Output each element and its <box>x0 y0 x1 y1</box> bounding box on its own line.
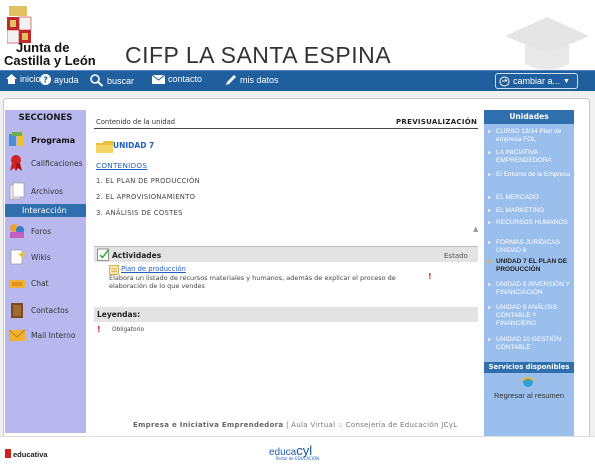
preview-label: PREVISUALIZACIÓN <box>396 118 478 126</box>
forum-icon <box>10 224 24 238</box>
sidebar-item-foros[interactable]: Foros <box>5 218 86 244</box>
ribbon-icon <box>10 155 22 171</box>
sidebar-item-wikis[interactable]: Wikis <box>5 244 86 270</box>
unit-item[interactable]: El Entorno de la Empresa <box>487 171 573 179</box>
unit-item[interactable]: LA INICIATIVA EMPRENDEDORA <box>487 149 573 165</box>
sidebar-item-label: Foros <box>31 226 52 236</box>
wiki-icon <box>10 249 25 265</box>
contenidos-link[interactable]: CONTENIDOS <box>96 161 147 170</box>
top-navbar: inicio ? ayuda buscar contacto mis datos… <box>0 70 595 91</box>
nav-inicio-label: inicio <box>20 74 41 84</box>
legend-header <box>94 307 478 322</box>
sidebar-item-label: Chat <box>31 278 49 288</box>
files-icon <box>9 182 25 200</box>
header: Junta de Castilla y León CIFP LA SANTA E… <box>0 0 595 80</box>
nav-inicio[interactable]: inicio <box>6 74 41 84</box>
return-icon[interactable] <box>521 375 535 389</box>
activities-icon <box>97 248 110 261</box>
breadcrumb: Contenido de la unidad <box>96 118 176 126</box>
sidebar-item-label: Mail Interno <box>31 330 76 340</box>
envelope-icon <box>152 74 165 84</box>
footer-course: Empresa e Iniciativa Emprendedora <box>133 421 284 429</box>
svg-text:?: ? <box>43 76 48 85</box>
nav-buscar-label: buscar <box>107 75 135 86</box>
sidebar-item-label: Wikis <box>31 252 51 262</box>
unit-item[interactable]: RECURSOS HUMANOS <box>487 219 573 227</box>
program-icon <box>9 132 24 146</box>
sidebar-item-label: Archivos <box>31 186 63 196</box>
legend-title: Leyendas: <box>97 310 141 319</box>
unit-item[interactable]: UNIDAD 10 GESTIÓN CONTABLE <box>487 336 573 352</box>
unit-item[interactable]: EL MERCADO <box>487 194 573 202</box>
switch-icon <box>499 76 510 86</box>
home-icon <box>6 74 17 84</box>
legend-text: Obligatorio <box>112 327 145 333</box>
nav-contacto[interactable]: contacto <box>152 74 202 84</box>
sections-header: SECCIONES <box>18 113 73 123</box>
search-icon <box>90 74 104 87</box>
chat-icon <box>9 280 25 288</box>
unit-item[interactable]: UNIDAD 8 INVERSIÓN Y FINANCIACIÓN <box>487 281 573 297</box>
cambiar-dropdown[interactable]: cambiar a... ▼ <box>495 73 578 89</box>
org-line2: Castilla y León <box>4 53 96 68</box>
scroll-up-arrow-icon[interactable]: ▲ <box>473 225 478 233</box>
nav-mis-datos-label: mis datos <box>240 75 279 85</box>
mail-icon <box>8 329 26 341</box>
content-item[interactable]: 1. EL PLAN DE PRODUCCIÓN <box>96 177 200 185</box>
sidebar-item-chat[interactable]: Chat <box>5 270 86 296</box>
nav-contacto-label: contacto <box>168 74 203 84</box>
sidebar-item-calificaciones[interactable]: Calificaciones <box>5 150 86 176</box>
site-title: CIFP LA SANTA ESPINA <box>125 42 392 68</box>
unit-title: UNIDAD 7 <box>113 141 155 150</box>
activity-link[interactable]: Plan de producción <box>121 265 186 273</box>
sidebar-item-contactos[interactable]: Contactos <box>5 297 86 323</box>
unit-item-current[interactable]: UNIDAD 7 EL PLAN DE PRODUCCIÓN <box>487 258 573 274</box>
unit-item[interactable]: CURSO 13/14 Plan de empresa FOL <box>487 128 573 144</box>
footer-separator: | <box>283 421 292 429</box>
sidebar-item-interaccion[interactable]: Interacción <box>5 204 86 217</box>
return-to-summary-link[interactable]: Regresar al resumen <box>484 391 574 400</box>
nav-buscar[interactable]: buscar <box>90 74 134 87</box>
cambiar-label: cambiar a... <box>513 76 561 86</box>
sidebar-item-label: Contactos <box>31 305 69 315</box>
required-legend-icon: ! <box>97 325 101 334</box>
help-icon: ? <box>40 74 51 85</box>
activities-title: Actividades <box>112 251 162 260</box>
required-status-icon: ! <box>428 272 432 281</box>
units-header: Unidades <box>484 110 574 124</box>
unit-item[interactable]: FORMAS JURÍDICAS UNIDAD 6 <box>487 239 573 255</box>
footer-aula: Aula Virtual :: Consejería de Educación … <box>291 421 458 429</box>
graduation-cap-icon <box>505 17 589 70</box>
pencil-icon <box>226 75 236 85</box>
divider <box>94 128 478 129</box>
jcyl-logo-text: Junta de Castilla y León <box>4 41 96 68</box>
sidebar-item-mail[interactable]: Mail Interno <box>5 322 86 348</box>
estado-column-header: Estado <box>444 252 468 260</box>
activity-description: Elabora un listado de recursos materiale… <box>109 274 396 290</box>
services-header: Servicios disponibles <box>484 362 574 373</box>
folder-icon <box>96 141 113 153</box>
sidebar-item-archivos[interactable]: Archivos <box>5 178 86 204</box>
nav-mis-datos[interactable]: mis datos <box>225 74 279 86</box>
chevron-down-icon: ▼ <box>563 77 570 85</box>
unit-item[interactable]: EL MARKETING <box>487 207 573 215</box>
educacyl-subtitle: Portal de EDUCACIÓN <box>276 456 320 461</box>
educativa-text: educativa <box>13 450 48 459</box>
unit-item[interactable]: UNIDAD 9 ANÁLISIS CONTABLE Y FINANCIERO <box>487 304 573 328</box>
content-item[interactable]: 2. EL APROVISIONAMIENTO <box>96 193 195 201</box>
content-item[interactable]: 3. ANÁLISIS DE COSTES <box>96 209 183 217</box>
nav-ayuda-label: ayuda <box>54 74 79 85</box>
nav-ayuda[interactable]: ? ayuda <box>40 74 79 85</box>
sidebar-item-label: Programa <box>31 135 76 145</box>
contacts-icon <box>11 303 23 318</box>
footer-credits: Empresa e Iniciativa Emprendedora | Aula… <box>133 421 457 429</box>
sidebar-item-label: Calificaciones <box>31 158 83 168</box>
